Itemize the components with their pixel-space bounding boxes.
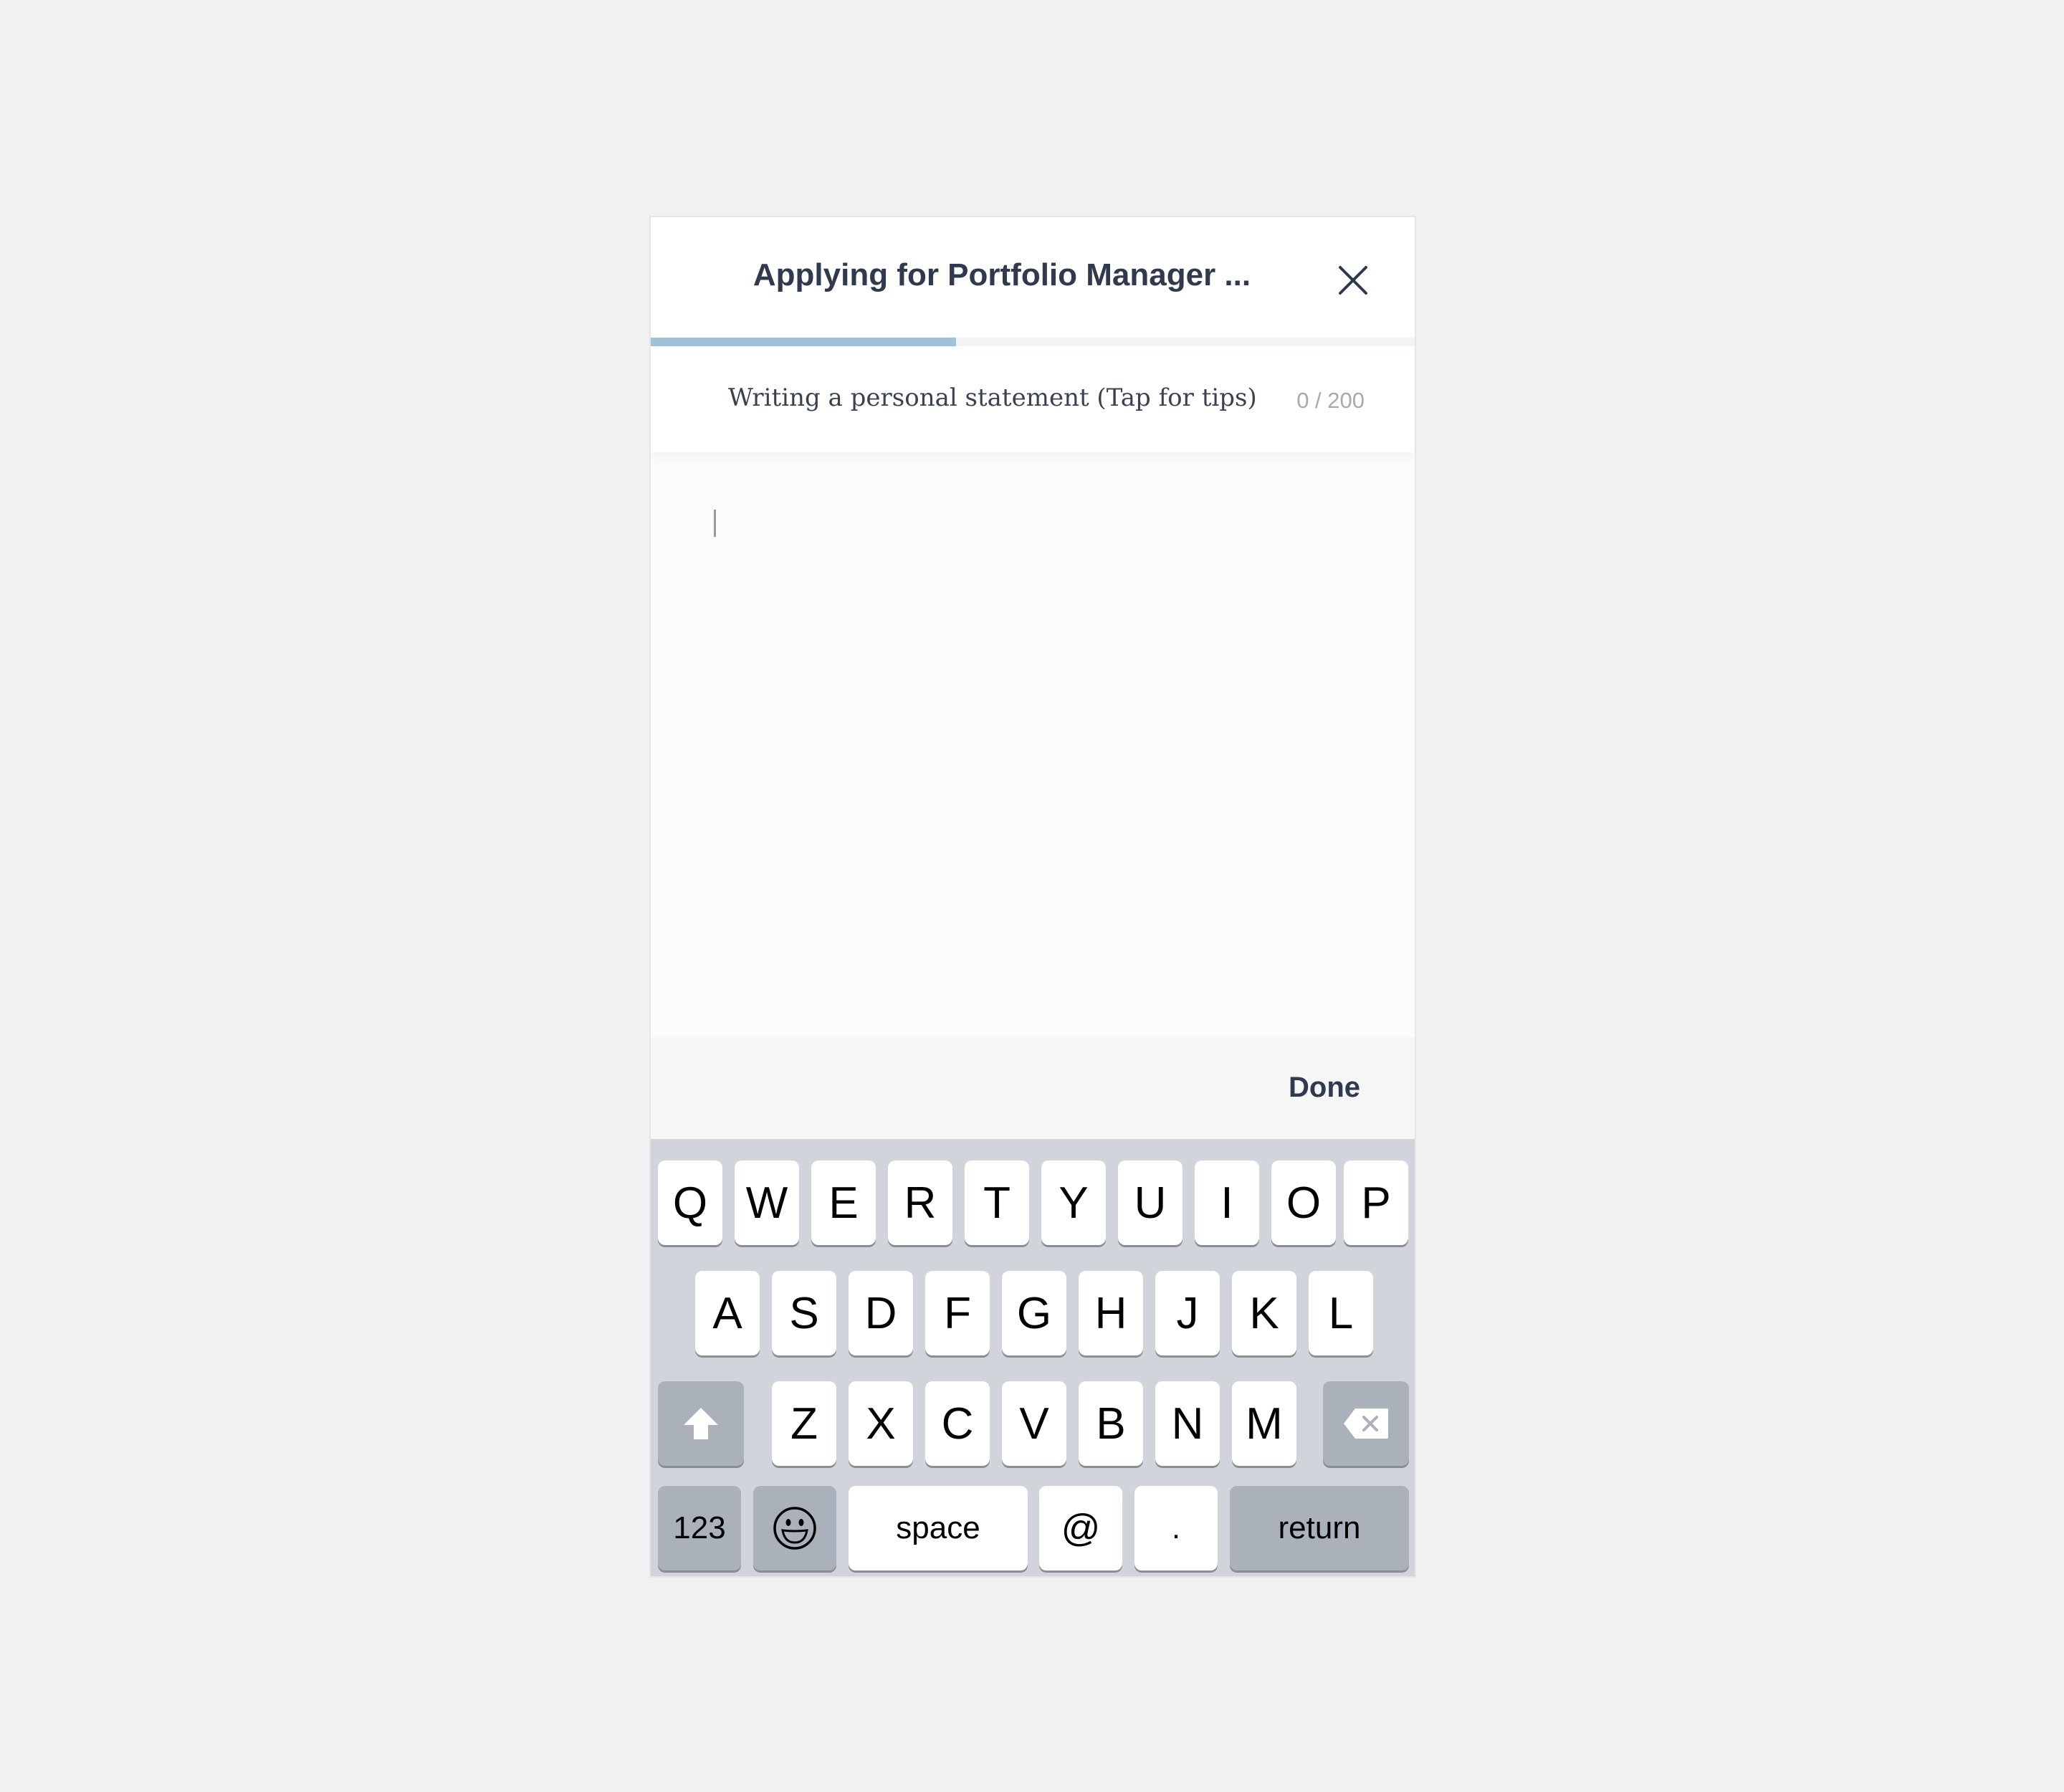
key-o[interactable]: O	[1271, 1160, 1336, 1245]
key-q[interactable]: Q	[658, 1160, 722, 1245]
done-button[interactable]: Done	[1289, 1072, 1360, 1104]
numbers-key[interactable]: 123	[658, 1486, 741, 1571]
key-c[interactable]: C	[925, 1381, 990, 1466]
close-icon	[1339, 266, 1367, 295]
key-v[interactable]: V	[1002, 1381, 1066, 1466]
key-b[interactable]: B	[1079, 1381, 1143, 1466]
key-i[interactable]: I	[1195, 1160, 1259, 1245]
keyboard-toolbar: Done	[651, 1037, 1415, 1139]
at-key[interactable]: @	[1039, 1486, 1122, 1571]
key-n[interactable]: N	[1155, 1381, 1220, 1466]
key-m[interactable]: M	[1232, 1381, 1296, 1466]
progress-bar	[651, 338, 1415, 346]
key-k[interactable]: K	[1232, 1271, 1296, 1355]
key-h[interactable]: H	[1079, 1271, 1143, 1355]
keyboard: Q W E R T Y U I O P A S D F G H J K L Z …	[651, 1139, 1415, 1576]
key-w[interactable]: W	[735, 1160, 799, 1245]
shift-key[interactable]	[658, 1381, 744, 1466]
prompt-tips-link[interactable]: Writing a personal statement (Tap for ti…	[728, 383, 1257, 412]
key-s[interactable]: S	[772, 1271, 836, 1355]
page-title: Applying for Portfolio Manager ...	[752, 257, 1251, 292]
emoji-icon	[773, 1507, 816, 1550]
key-e[interactable]: E	[811, 1160, 876, 1245]
key-u[interactable]: U	[1118, 1160, 1182, 1245]
key-f[interactable]: F	[925, 1271, 990, 1355]
emoji-key[interactable]	[753, 1486, 836, 1571]
character-count: 0 / 200	[1296, 388, 1365, 413]
text-caret	[714, 510, 716, 537]
statement-textarea[interactable]	[651, 452, 1415, 1037]
key-x[interactable]: X	[849, 1381, 913, 1466]
key-p[interactable]: P	[1344, 1160, 1408, 1245]
key-d[interactable]: D	[849, 1271, 913, 1355]
shift-icon	[684, 1408, 718, 1439]
key-a[interactable]: A	[695, 1271, 760, 1355]
key-t[interactable]: T	[965, 1160, 1029, 1245]
prompt-row[interactable]: Writing a personal statement (Tap for ti…	[651, 346, 1415, 452]
return-key[interactable]: return	[1230, 1486, 1409, 1571]
period-key[interactable]: .	[1134, 1486, 1218, 1571]
progress-bar-fill	[651, 338, 957, 346]
key-j[interactable]: J	[1155, 1271, 1220, 1355]
key-g[interactable]: G	[1002, 1271, 1066, 1355]
header: Applying for Portfolio Manager ...	[651, 217, 1415, 338]
application-screen: Applying for Portfolio Manager ... Writi…	[649, 216, 1416, 1578]
key-y[interactable]: Y	[1041, 1160, 1106, 1245]
key-l[interactable]: L	[1309, 1271, 1373, 1355]
delete-key[interactable]	[1323, 1381, 1409, 1466]
close-button[interactable]	[1334, 262, 1372, 299]
key-r[interactable]: R	[888, 1160, 952, 1245]
delete-icon	[1344, 1409, 1388, 1439]
space-key[interactable]: space	[849, 1486, 1028, 1571]
key-z[interactable]: Z	[772, 1381, 836, 1466]
